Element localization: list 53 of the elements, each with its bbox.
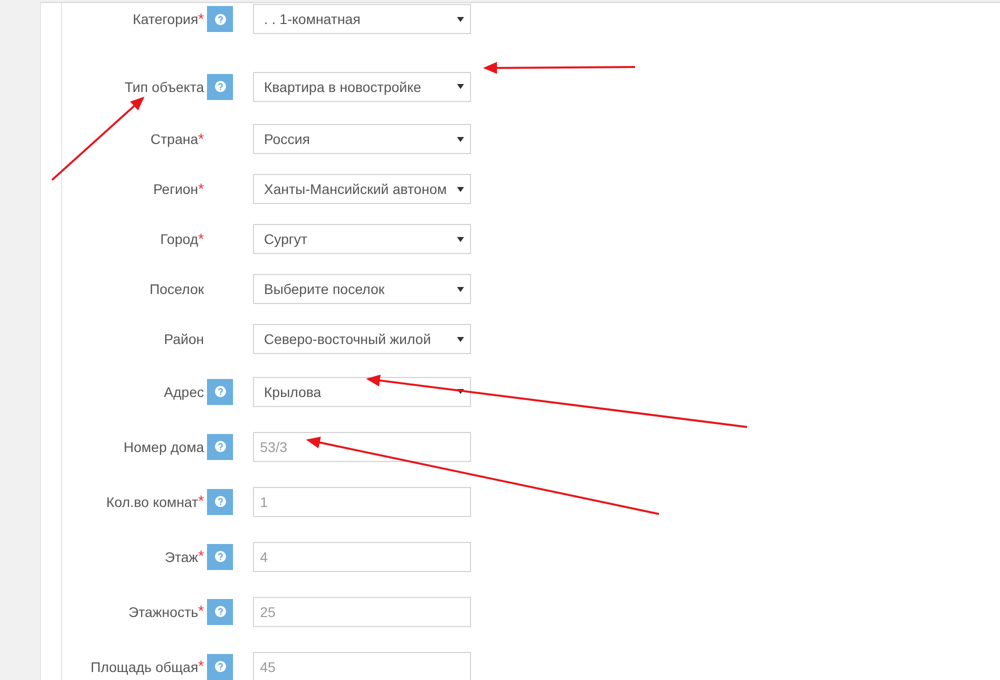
- dropdown[interactable]: Северо-восточный жилой: [253, 324, 471, 354]
- field-label: Площадь общая: [90, 658, 198, 674]
- dropdown[interactable]: Крылова: [253, 376, 471, 406]
- required-mark: *: [198, 230, 204, 248]
- dropdown[interactable]: Россия: [253, 124, 471, 154]
- field-label: Поселок: [150, 281, 204, 297]
- dropdown[interactable]: Ханты-Мансийский автоном: [253, 174, 471, 204]
- field-label: Этаж: [164, 548, 198, 564]
- dropdown[interactable]: . . 1-комнатная: [253, 4, 471, 34]
- dropdown[interactable]: Сургут: [253, 224, 471, 254]
- help-icon: [214, 14, 226, 24]
- help-button[interactable]: [207, 434, 233, 460]
- caret-icon: [457, 84, 464, 89]
- field-label: Номер дома: [124, 438, 204, 454]
- help-button[interactable]: [207, 654, 233, 680]
- field-label: Этажность: [128, 604, 198, 620]
- help-button[interactable]: [207, 544, 233, 570]
- help-icon: [214, 606, 226, 617]
- help-button[interactable]: [207, 488, 233, 514]
- help-icon: [214, 81, 226, 92]
- field-label: Регион: [153, 181, 198, 197]
- required-mark: *: [198, 180, 204, 198]
- help-icon: [214, 661, 226, 672]
- caret-icon: [457, 286, 464, 292]
- help-icon: [214, 496, 226, 507]
- field-label: Район: [164, 331, 204, 347]
- required-mark: *: [198, 548, 204, 565]
- field-label: Адрес: [164, 384, 204, 400]
- caret-icon: [457, 16, 464, 22]
- help-button[interactable]: [207, 74, 233, 100]
- required-mark: *: [198, 493, 204, 510]
- help-icon: [214, 551, 226, 562]
- field-label: Город: [160, 231, 198, 247]
- required-mark: *: [198, 658, 204, 675]
- required-mark: *: [198, 603, 204, 620]
- dropdown[interactable]: Квартира в новостройке: [253, 72, 471, 102]
- dropdown[interactable]: Выберите поселок: [253, 274, 471, 304]
- required-mark: *: [198, 10, 204, 28]
- required-mark: *: [198, 130, 204, 148]
- help-icon: [214, 386, 226, 397]
- help-button[interactable]: [207, 598, 233, 624]
- help-button[interactable]: [207, 6, 233, 32]
- help-button[interactable]: [207, 378, 233, 404]
- caret-icon: [457, 136, 464, 142]
- caret-icon: [457, 186, 464, 192]
- caret-icon: [457, 236, 464, 242]
- caret-icon: [457, 389, 464, 394]
- field-label: Категория: [132, 11, 198, 27]
- field-label: Кол.во комнат: [106, 494, 198, 510]
- help-icon: [214, 441, 226, 452]
- field-label: Страна: [150, 131, 198, 147]
- field-label: Тип объекта: [124, 78, 204, 94]
- caret-icon: [457, 336, 464, 342]
